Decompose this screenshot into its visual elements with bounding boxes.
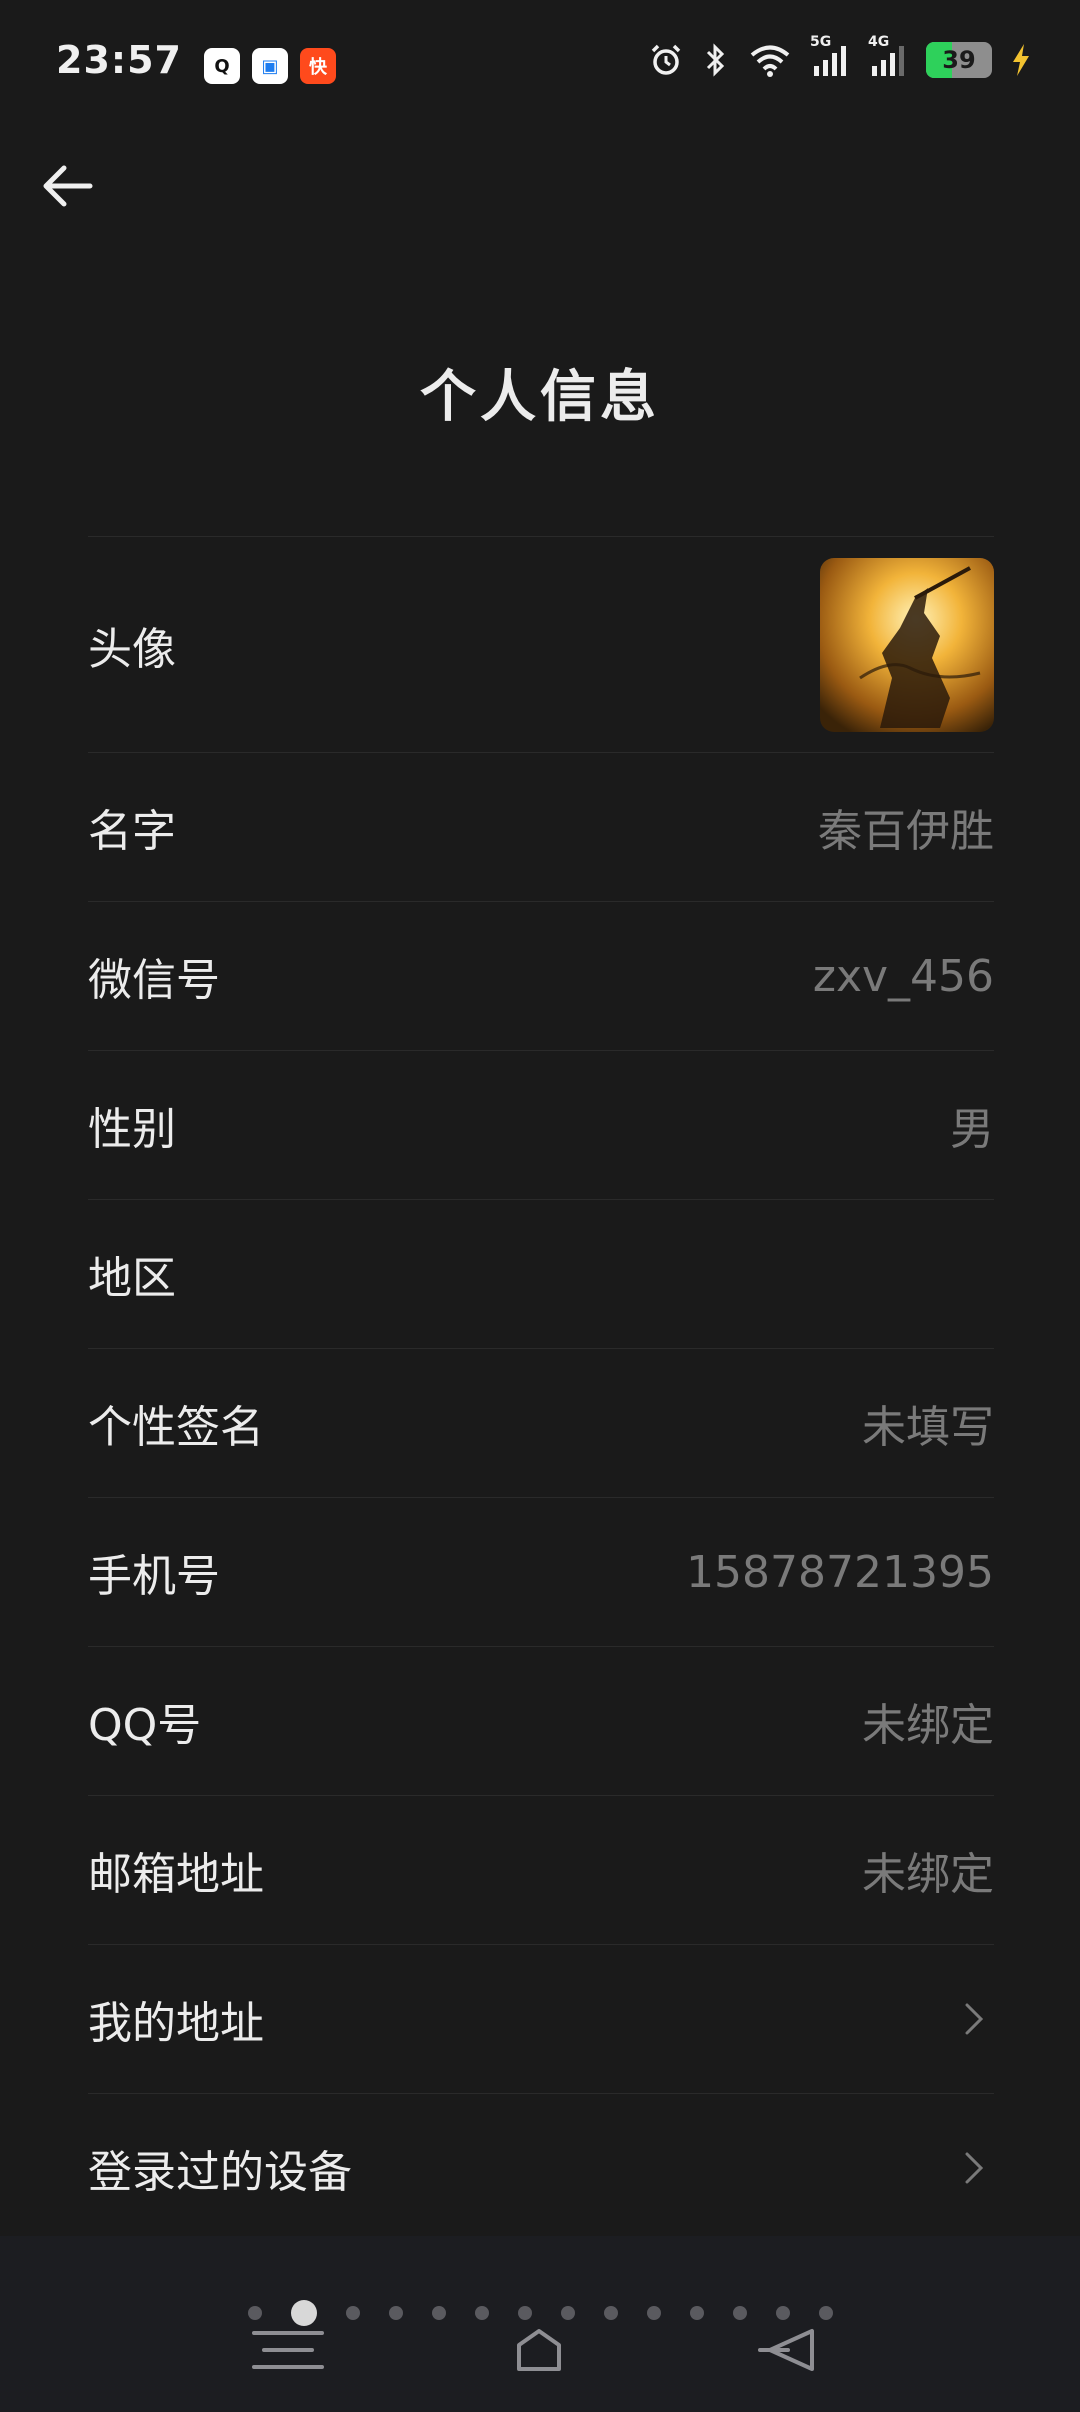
qq-app-icon: Q <box>203 48 240 84</box>
row-gender[interactable]: 性别 男 <box>88 1051 994 1200</box>
back-button[interactable] <box>32 150 104 222</box>
signal-4g-icon: 4G <box>868 34 908 78</box>
status-time: 23:57 <box>56 38 182 82</box>
row-value: 男 <box>950 1104 994 1155</box>
row-login-devices[interactable]: 登录过的设备 <box>88 2094 994 2243</box>
row-value: 秦百伊胜 <box>818 806 994 857</box>
charging-icon <box>1010 42 1032 78</box>
row-label: 微信号 <box>88 955 220 1006</box>
nav-buttons <box>0 2310 1080 2390</box>
messages-app-icon: ▣ <box>251 48 288 84</box>
status-bar: 23:57 Q ▣ 快 5G 4G 39 <box>0 0 1080 120</box>
row-label: 性别 <box>88 1104 176 1155</box>
alarm-icon <box>648 42 684 78</box>
menu-button[interactable] <box>248 2320 328 2380</box>
row-qq[interactable]: QQ号 未绑定 <box>88 1647 994 1796</box>
row-wechat-id[interactable]: 微信号 zxv_456 <box>88 902 994 1051</box>
home-icon <box>517 2329 561 2371</box>
row-my-address[interactable]: 我的地址 <box>88 1945 994 2094</box>
bluetooth-icon <box>702 42 730 78</box>
avatar[interactable] <box>820 557 994 732</box>
row-value: 未填写 <box>862 1402 994 1453</box>
row-label: 地区 <box>88 1253 176 1304</box>
row-label: 头像 <box>88 623 176 675</box>
row-label: 手机号 <box>88 1551 220 1602</box>
menu-icon <box>252 2331 324 2369</box>
row-value: zxv_456 <box>812 950 994 1002</box>
chevron-right-icon <box>954 1999 994 2039</box>
chevron-right-icon <box>954 2148 994 2188</box>
video-app-icon: 快 <box>299 48 336 84</box>
row-name[interactable]: 名字 秦百伊胜 <box>88 753 994 902</box>
row-label: 邮箱地址 <box>88 1849 264 1900</box>
row-label: 登录过的设备 <box>88 2147 352 2198</box>
arrow-left-icon <box>43 165 93 207</box>
row-value: 未绑定 <box>862 1849 994 1900</box>
row-label: 名字 <box>88 806 176 857</box>
row-phone[interactable]: 手机号 15878721395 <box>88 1498 994 1647</box>
row-email[interactable]: 邮箱地址 未绑定 <box>88 1796 994 1945</box>
profile-list: 头像 名字 秦百伊胜 微信号 zxv_456 性别 男 地区 个性签名 未填写 … <box>88 536 994 2243</box>
row-value: 15878721395 <box>686 1546 994 1598</box>
row-label: QQ号 <box>88 1700 202 1751</box>
notification-icons: Q ▣ 快 <box>203 48 336 84</box>
row-region[interactable]: 地区 <box>88 1200 994 1349</box>
avatar-image <box>820 557 994 732</box>
row-label: 我的地址 <box>88 1998 264 2049</box>
page-title: 个人信息 <box>420 365 660 430</box>
row-label: 个性签名 <box>88 1402 264 1453</box>
row-avatar[interactable]: 头像 <box>88 537 994 753</box>
back-nav-button[interactable] <box>750 2320 830 2380</box>
signal-5g-icon: 5G <box>810 34 850 78</box>
battery-indicator: 39 <box>926 42 992 78</box>
row-value: 未绑定 <box>862 1700 994 1751</box>
home-button[interactable] <box>499 2320 579 2380</box>
row-signature[interactable]: 个性签名 未填写 <box>88 1349 994 1498</box>
wifi-icon <box>748 42 792 78</box>
back-triangle-icon <box>758 2329 814 2371</box>
